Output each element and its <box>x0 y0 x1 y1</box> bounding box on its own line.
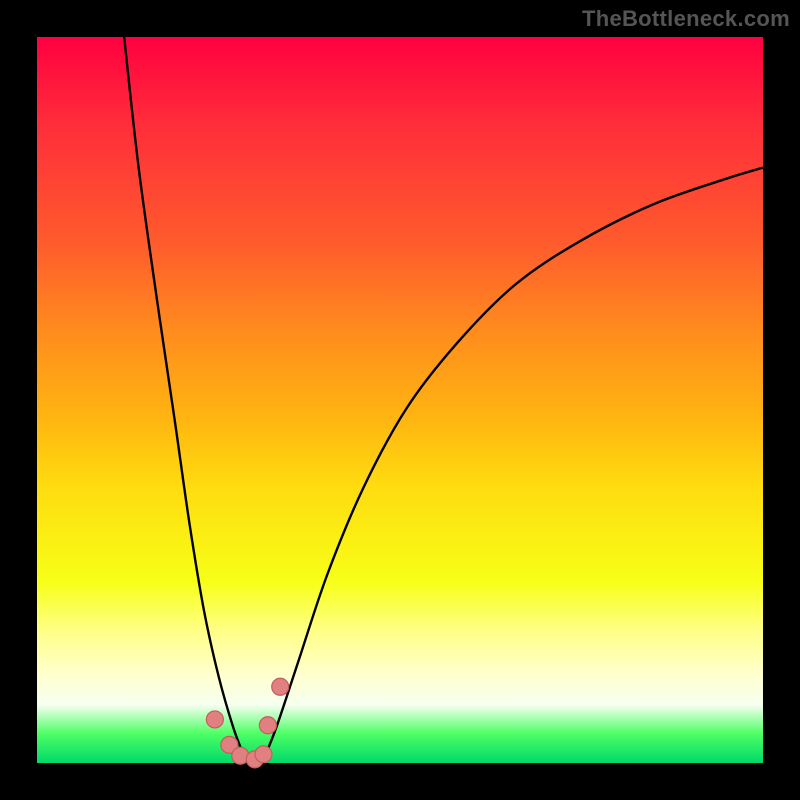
outer-frame: TheBottleneck.com <box>0 0 800 800</box>
bottom-markers <box>206 678 288 768</box>
marker-dot <box>272 678 289 695</box>
marker-dot <box>259 717 276 734</box>
watermark-text: TheBottleneck.com <box>582 6 790 32</box>
marker-dot <box>206 711 223 728</box>
marker-dot <box>255 746 272 763</box>
curve-right-branch <box>262 168 763 763</box>
chart-svg <box>37 37 763 763</box>
curve-left-branch <box>124 37 244 756</box>
